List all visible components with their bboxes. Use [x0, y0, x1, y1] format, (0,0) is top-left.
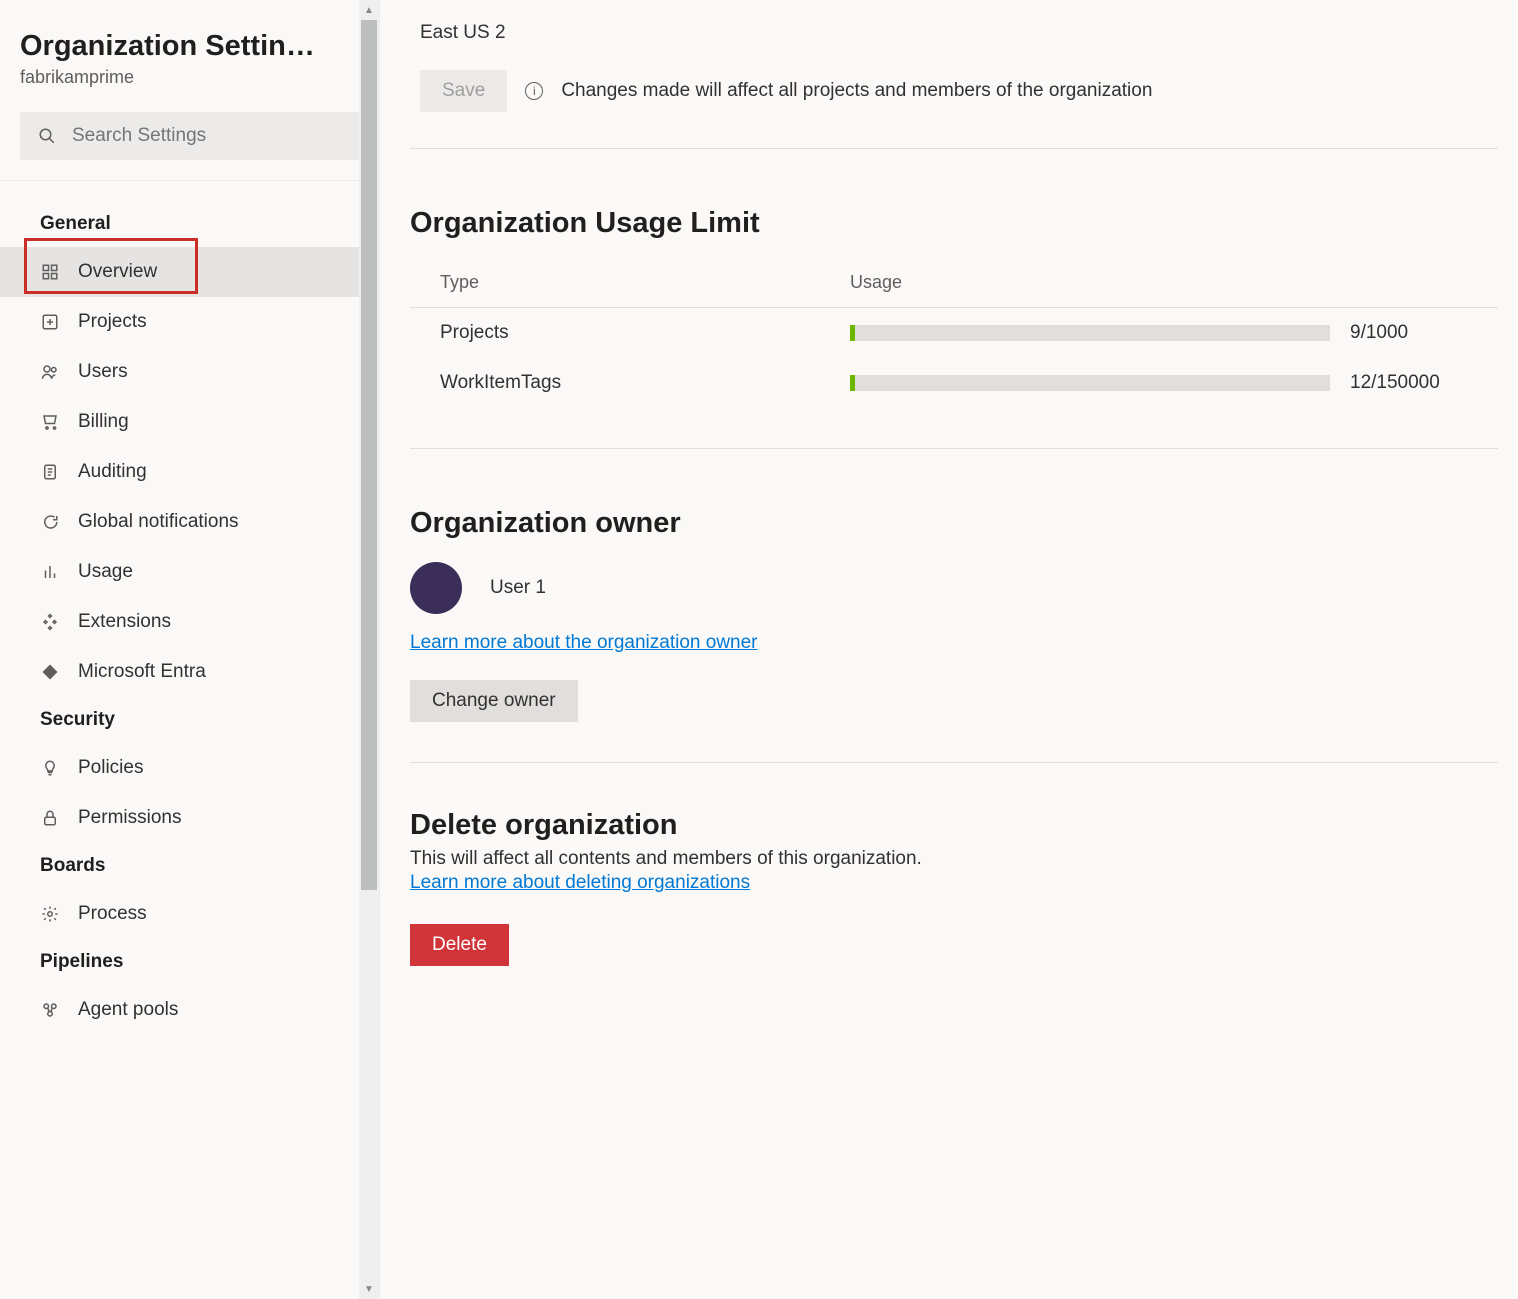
owner-row: User 1	[410, 562, 1498, 614]
sidebar-item-users[interactable]: Users	[0, 347, 379, 397]
main-content: East US 2 Save i Changes made will affec…	[380, 0, 1518, 1299]
gear-icon	[40, 904, 60, 924]
owner-heading: Organization owner	[410, 507, 1498, 540]
region-value: East US 2	[410, 0, 1498, 64]
cart-icon	[40, 412, 60, 432]
sidebar-item-label: Process	[78, 903, 147, 925]
col-usage-header: Usage	[850, 272, 1498, 293]
sidebar-item-label: Usage	[78, 561, 133, 583]
sidebar-item-label: Users	[78, 361, 128, 383]
usage-table: Type Usage Projects 9/1000 WorkItemTags 12/…	[410, 258, 1498, 408]
sidebar-item-label: Policies	[78, 757, 143, 779]
search-input[interactable]	[70, 124, 341, 148]
usage-bar-cell: 9/1000	[850, 322, 1498, 344]
delete-learn-more-link[interactable]: Learn more about deleting organizations	[410, 872, 750, 894]
sidebar-item-label: Permissions	[78, 807, 181, 829]
bulb-icon	[40, 758, 60, 778]
nav-group-title: Security	[0, 697, 379, 743]
sidebar-item-label: Microsoft Entra	[78, 661, 206, 683]
usage-table-header: Type Usage	[410, 258, 1498, 308]
sidebar: Organization Settin… fabrikamprime Gener…	[0, 0, 380, 1299]
sidebar-item-auditing[interactable]: Auditing	[0, 447, 379, 497]
sidebar-item-label: Global notifications	[78, 511, 239, 533]
puzzle-icon	[40, 612, 60, 632]
search-settings[interactable]	[20, 112, 359, 160]
org-name: fabrikamprime	[20, 67, 359, 88]
sidebar-nav: General Overview Projects Users Billing Audit…	[0, 181, 379, 1035]
sidebar-item-label: Extensions	[78, 611, 171, 633]
progress-fill	[850, 325, 855, 341]
info-icon: i	[525, 82, 543, 100]
usage-section: Organization Usage Limit Type Usage Proj…	[410, 207, 1498, 449]
agents-icon	[40, 1000, 60, 1020]
sidebar-item-label: Billing	[78, 411, 129, 433]
delete-desc: This will affect all contents and member…	[410, 848, 1498, 870]
save-row: Save i Changes made will affect all proj…	[410, 64, 1498, 149]
chart-icon	[40, 562, 60, 582]
sidebar-item-process[interactable]: Process	[0, 889, 379, 939]
app-root: Organization Settin… fabrikamprime Gener…	[0, 0, 1518, 1299]
owner-name: User 1	[490, 577, 546, 599]
save-button[interactable]: Save	[420, 70, 507, 112]
change-owner-button[interactable]: Change owner	[410, 680, 578, 722]
usage-value: 12/150000	[1350, 372, 1440, 394]
sidebar-item-label: Projects	[78, 311, 147, 333]
save-info-text: Changes made will affect all projects an…	[561, 80, 1152, 102]
log-icon	[40, 462, 60, 482]
nav-group-title: General	[0, 201, 379, 247]
sidebar-item-label: Auditing	[78, 461, 147, 483]
sidebar-item-usage[interactable]: Usage	[0, 547, 379, 597]
progress-bar	[850, 375, 1330, 391]
avatar	[410, 562, 462, 614]
delete-heading: Delete organization	[410, 809, 1498, 842]
sidebar-item-extensions[interactable]: Extensions	[0, 597, 379, 647]
usage-value: 9/1000	[1350, 322, 1408, 344]
usage-row: Projects 9/1000	[410, 308, 1498, 358]
sidebar-item-policies[interactable]: Policies	[0, 743, 379, 793]
users-icon	[40, 362, 60, 382]
sidebar-item-label: Agent pools	[78, 999, 178, 1021]
sidebar-item-label: Overview	[78, 261, 157, 283]
sidebar-item-global-notifications[interactable]: Global notifications	[0, 497, 379, 547]
sidebar-header: Organization Settin… fabrikamprime	[0, 30, 379, 98]
sidebar-scrollbar[interactable]: ▲ ▼	[359, 0, 379, 1299]
lock-icon	[40, 808, 60, 828]
usage-type: WorkItemTags	[440, 372, 850, 394]
sidebar-item-overview[interactable]: Overview	[0, 247, 379, 297]
scroll-down-icon[interactable]: ▼	[359, 1279, 379, 1299]
sidebar-item-entra[interactable]: Microsoft Entra	[0, 647, 379, 697]
delete-button[interactable]: Delete	[410, 924, 509, 966]
progress-fill	[850, 375, 855, 391]
sidebar-item-projects[interactable]: Projects	[0, 297, 379, 347]
plus-square-icon	[40, 312, 60, 332]
speech-icon	[40, 512, 60, 532]
progress-bar	[850, 325, 1330, 341]
usage-type: Projects	[440, 322, 850, 344]
owner-section: Organization owner User 1 Learn more abo…	[410, 507, 1498, 763]
usage-heading: Organization Usage Limit	[410, 207, 1498, 240]
nav-group-title: Boards	[0, 843, 379, 889]
delete-section: Delete organization This will affect all…	[410, 809, 1498, 1006]
sidebar-item-billing[interactable]: Billing	[0, 397, 379, 447]
scroll-up-icon[interactable]: ▲	[359, 0, 379, 20]
sidebar-item-agent-pools[interactable]: Agent pools	[0, 985, 379, 1035]
nav-group-title: Pipelines	[0, 939, 379, 985]
scroll-thumb[interactable]	[361, 20, 377, 890]
grid-icon	[40, 262, 60, 282]
owner-learn-more-link[interactable]: Learn more about the organization owner	[410, 632, 758, 653]
col-type-header: Type	[440, 272, 850, 293]
usage-bar-cell: 12/150000	[850, 372, 1498, 394]
page-title: Organization Settin…	[20, 30, 359, 63]
usage-row: WorkItemTags 12/150000	[410, 358, 1498, 408]
sidebar-item-permissions[interactable]: Permissions	[0, 793, 379, 843]
search-icon	[38, 127, 56, 145]
diamond-icon	[40, 662, 60, 682]
